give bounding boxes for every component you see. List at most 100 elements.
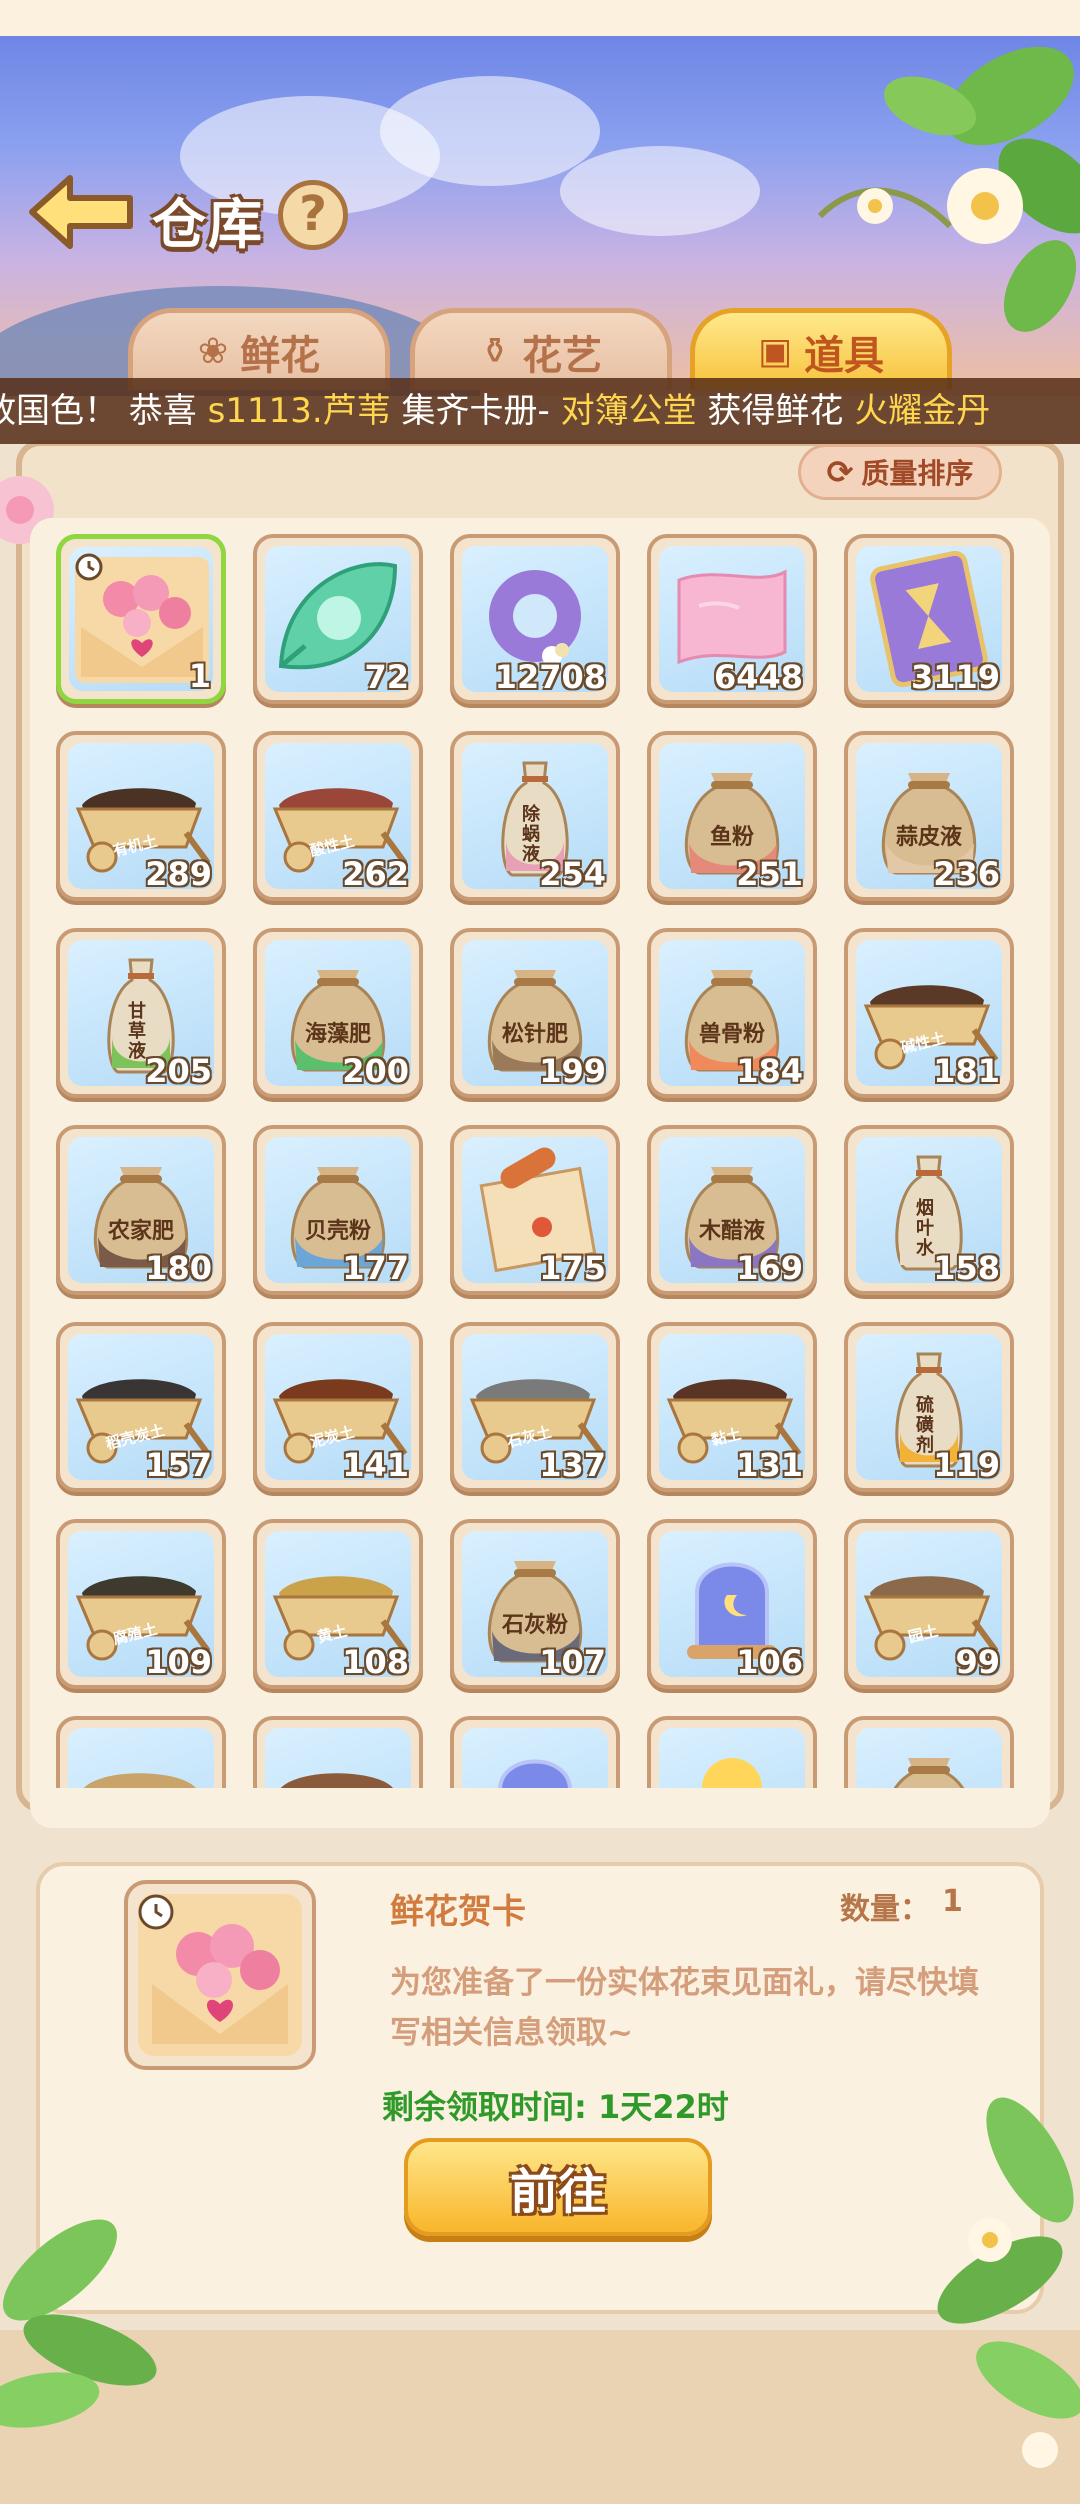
inventory-item[interactable] <box>56 1716 226 1788</box>
inventory-item[interactable]: 泥炭土 141 <box>253 1322 423 1492</box>
inventory-item[interactable] <box>253 1716 423 1788</box>
item-background <box>856 1728 1002 1788</box>
item-label: 海藻肥 <box>304 1022 371 1047</box>
detail-item-icon <box>124 1880 316 2070</box>
inventory-item[interactable]: 园土 99 <box>844 1519 1014 1689</box>
item-count: 157 <box>145 1446 212 1484</box>
inventory-item[interactable]: 石灰土 137 <box>450 1322 620 1492</box>
item-count: 200 <box>342 1052 409 1090</box>
marquee-flower: 火耀金丹 <box>854 391 991 431</box>
inventory-item[interactable]: 106 <box>647 1519 817 1689</box>
item-count: 99 <box>955 1643 1000 1681</box>
inventory-item[interactable]: 12708 <box>450 534 620 704</box>
item-label: 松针肥 <box>501 1022 568 1047</box>
sun-icon <box>702 1758 762 1788</box>
sort-label: 质量排序 <box>861 457 974 490</box>
item-label: 贝壳粉 <box>304 1219 371 1244</box>
item-count: 254 <box>539 855 606 893</box>
help-button[interactable]: ? <box>278 180 348 250</box>
tab-label: 花艺 <box>522 332 603 379</box>
item-count: 262 <box>342 855 409 893</box>
inventory-item[interactable]: 贝壳粉 177 <box>253 1125 423 1295</box>
inventory-item[interactable]: 有机土 289 <box>56 731 226 901</box>
item-grid: 1 72 12708 6448 3119 有机土 289 酸性土 262 除蜗液 254 鱼粉 251 蒜… <box>56 534 1026 1788</box>
inventory-item[interactable]: 稻壳炭土 157 <box>56 1322 226 1492</box>
detail-description: 为您准备了一份实体花束见面礼，请尽快填写相关信息领取~ <box>390 1965 979 2051</box>
refresh-icon: ⟳ <box>826 453 854 491</box>
item-count: 169 <box>736 1249 803 1287</box>
inventory-item[interactable]: 腐殖土 109 <box>56 1519 226 1689</box>
announcement-marquee: 绽放国色！ 恭喜 s1113.芦苇 集齐卡册- 对簿公堂 获得鲜花 火耀金丹 <box>0 378 1080 444</box>
inventory-item[interactable] <box>450 1716 620 1788</box>
inventory-item[interactable]: 烟叶水 158 <box>844 1125 1014 1295</box>
item-count: 1 <box>188 657 211 695</box>
item-count: 175 <box>539 1249 606 1287</box>
glass-dome-icon <box>498 1759 572 1788</box>
inventory-item[interactable]: 1 <box>56 534 226 704</box>
item-count: 3119 <box>910 658 1000 696</box>
inventory-item[interactable]: 175 <box>450 1125 620 1295</box>
item-count: 119 <box>933 1446 1000 1484</box>
back-arrow-icon <box>29 175 133 249</box>
fertilizer-bag-icon <box>893 1758 965 1788</box>
item-label: 蒜皮液 <box>895 825 962 850</box>
inventory-item[interactable]: 石灰粉 107 <box>450 1519 620 1689</box>
marquee-user: s1113.芦苇 <box>207 391 391 431</box>
item-label: 农家肥 <box>107 1219 174 1244</box>
inventory-item[interactable]: 鱼粉 251 <box>647 731 817 901</box>
greeting-card-icon <box>138 1894 302 2056</box>
wheelbarrow-icon <box>84 1773 196 1788</box>
marquee-album: 对簿公堂 <box>560 391 697 431</box>
tab-label: 道具 <box>804 332 884 379</box>
wheelbarrow-icon <box>281 1773 393 1788</box>
item-background <box>265 1728 411 1788</box>
inventory-item[interactable]: 碱性土 181 <box>844 928 1014 1098</box>
detail-timer: 剩余领取时间: 1天22时 <box>382 2088 729 2126</box>
item-count: 236 <box>933 855 1000 893</box>
inventory-item[interactable]: 硫磺剂 119 <box>844 1322 1014 1492</box>
inventory-item[interactable]: 木醋液 169 <box>647 1125 817 1295</box>
item-count: 137 <box>539 1446 606 1484</box>
leaf-decoration-left <box>0 2219 157 2428</box>
quality-sort-button[interactable]: ⟳ 质量排序 <box>798 444 1002 500</box>
marquee-text: 绽放国色！ 恭喜 <box>0 391 197 431</box>
item-grid-viewport[interactable]: 1 72 12708 6448 3119 有机土 289 酸性土 262 除蜗液 254 鱼粉 251 蒜… <box>56 534 1026 1788</box>
inventory-item[interactable]: 黏土 131 <box>647 1322 817 1492</box>
item-label: 石灰粉 <box>501 1613 568 1638</box>
inventory-item[interactable]: 72 <box>253 534 423 704</box>
vase-icon: ⚱ <box>479 331 511 372</box>
item-count: 107 <box>539 1643 606 1681</box>
inventory-item[interactable]: 3119 <box>844 534 1014 704</box>
inventory-item[interactable]: 酸性土 262 <box>253 731 423 901</box>
item-count: 184 <box>736 1052 803 1090</box>
go-button[interactable]: 前往 <box>404 2138 712 2236</box>
inventory-item[interactable]: 6448 <box>647 534 817 704</box>
back-button[interactable] <box>26 172 136 252</box>
inventory-item[interactable] <box>647 1716 817 1788</box>
item-count: 158 <box>933 1249 1000 1287</box>
item-count: 141 <box>342 1446 409 1484</box>
item-label: 鱼粉 <box>709 825 754 850</box>
item-count: 72 <box>364 658 409 696</box>
leaf-decoration-right <box>937 2097 1080 2468</box>
page-title: 仓库 <box>152 193 264 256</box>
rose-icon: ❀ <box>197 331 229 372</box>
inventory-item[interactable]: 黄土 108 <box>253 1519 423 1689</box>
item-count: 251 <box>736 855 803 893</box>
inventory-item[interactable]: 甘草液 205 <box>56 928 226 1098</box>
inventory-item[interactable] <box>844 1716 1014 1788</box>
inventory-item[interactable]: 海藻肥 200 <box>253 928 423 1098</box>
item-count: 289 <box>145 855 212 893</box>
inventory-item[interactable]: 兽骨粉 184 <box>647 928 817 1098</box>
item-count: 108 <box>342 1643 409 1681</box>
item-label: 木醋液 <box>698 1219 765 1244</box>
item-count: 199 <box>539 1052 606 1090</box>
inventory-item[interactable]: 松针肥 199 <box>450 928 620 1098</box>
inventory-item[interactable]: 农家肥 180 <box>56 1125 226 1295</box>
inventory-item[interactable]: 除蜗液 254 <box>450 731 620 901</box>
marquee-text: 获得鲜花 <box>696 391 855 431</box>
detail-item-name: 鲜花贺卡 <box>390 1892 526 1932</box>
inventory-item[interactable]: 蒜皮液 236 <box>844 731 1014 901</box>
item-label: 兽骨粉 <box>698 1022 765 1047</box>
item-count: 106 <box>736 1643 803 1681</box>
